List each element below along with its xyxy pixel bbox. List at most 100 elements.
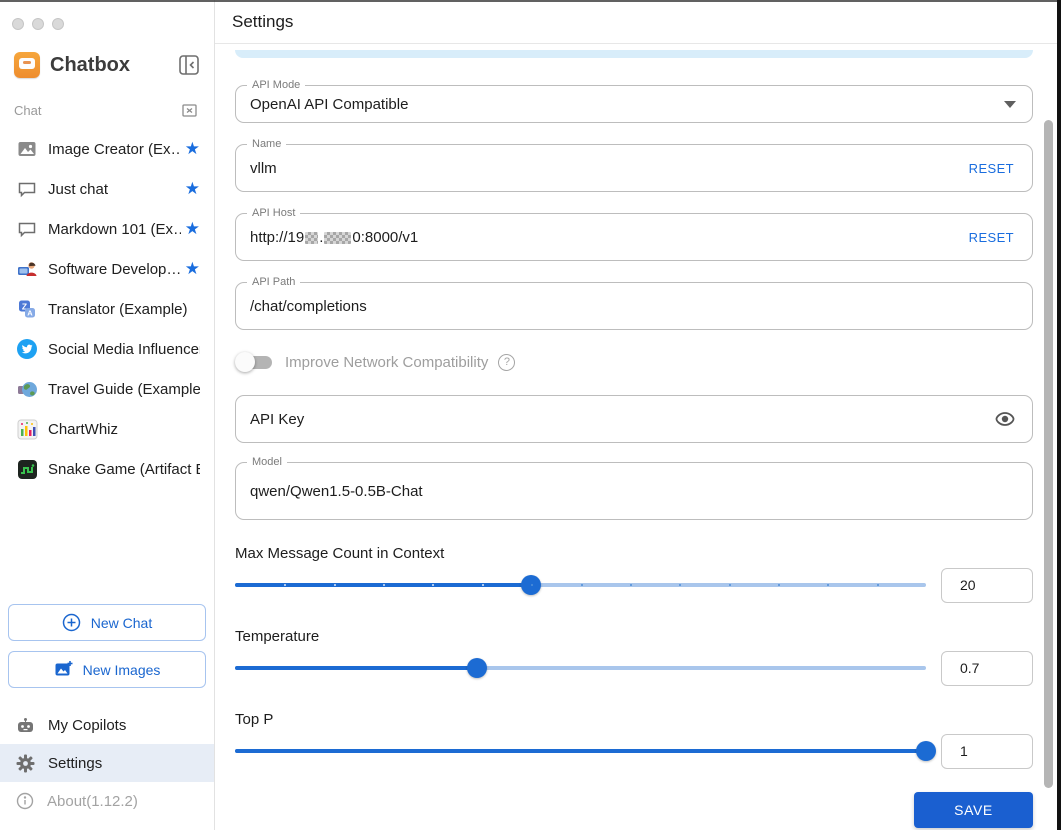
chat-section-header: Chat [0,78,214,125]
chat-item-markdown-101[interactable]: Markdown 101 (Ex… ★ [0,209,214,249]
api-host-reset-button[interactable]: RESET [969,230,1014,245]
api-path-field[interactable]: API Path /chat/completions [235,276,1033,330]
help-icon[interactable]: ? [498,353,516,371]
snake-game-icon [16,458,38,480]
nav-label: My Copilots [48,716,127,734]
nav-my-copilots[interactable]: My Copilots [0,706,214,744]
chat-item-label: ChartWhiz [48,420,119,438]
new-images-label: New Images [82,661,161,678]
top-p-slider[interactable] [235,733,936,769]
robot-icon [16,716,35,735]
chat-item-software-developer[interactable]: Software Develop… ★ [0,249,214,289]
model-value: qwen/Qwen1.5-0.5B-Chat [250,482,423,500]
image-plus-icon [54,660,73,679]
max-message-count-slider[interactable] [235,567,926,603]
window-close-button[interactable] [12,18,24,30]
settings-form: API Mode OpenAI API Compatible Name vllm… [215,50,1061,828]
nav-settings[interactable]: Settings [0,744,214,782]
api-mode-label: API Mode [247,79,306,92]
chat-item-social-media-influencer[interactable]: Social Media Influencer … [0,329,214,369]
network-compatibility-label: Improve Network Compatibility [285,353,489,371]
new-images-button[interactable]: New Images [8,651,206,688]
slider-thumb[interactable] [916,741,936,761]
chat-item-image-creator[interactable]: Image Creator (Ex… ★ [0,129,214,169]
chatbox-logo-icon [14,52,40,78]
brand-row: Chatbox [0,30,214,78]
chat-item-label: Markdown 101 (Ex… [48,220,181,238]
slider-thumb[interactable] [466,658,487,678]
name-reset-button[interactable]: RESET [969,161,1014,176]
app-title: Chatbox [50,53,130,76]
clear-chats-icon[interactable] [181,102,198,119]
api-key-placeholder: API Key [250,410,305,428]
temperature-slider[interactable] [235,650,926,686]
chat-item-label: Social Media Influencer … [48,340,200,358]
top-p-row: 1 [235,733,1033,769]
new-chat-button[interactable]: New Chat [8,604,206,641]
screenshot-right-edge [1057,0,1061,830]
max-message-count-input[interactable]: 20 [941,567,1033,603]
chat-bubble-icon [16,218,38,240]
star-icon[interactable]: ★ [185,179,200,199]
page-title: Settings [232,11,294,31]
chart-icon [16,418,38,440]
main-header: Settings [215,0,1061,44]
nav-label: Settings [48,754,103,772]
api-host-value: http://19. 0:8000/v1 [250,228,419,246]
screenshot-top-edge [0,0,1061,2]
nav-about[interactable]: About(1.12.2) [0,782,214,820]
api-host-field[interactable]: API Host http://19. 0:8000/v1 RESET [235,207,1033,261]
chat-item-label: Software Develop… [48,260,181,278]
main-panel: Settings API Mode OpenAI API Compatible … [215,0,1061,830]
top-p-label: Top P [235,711,274,728]
api-host-label: API Host [247,207,301,220]
scrollbar-thumb[interactable] [1044,120,1053,788]
save-button[interactable]: SAVE [914,792,1033,828]
translator-icon: ZA [16,298,38,320]
chat-item-translator[interactable]: ZA Translator (Example) [0,289,214,329]
chat-list: Image Creator (Ex… ★ Just chat ★ Markdow… [0,125,214,489]
window-minimize-button[interactable] [32,18,44,30]
name-label: Name [247,138,287,151]
chat-item-chartwhiz[interactable]: ChartWhiz [0,409,214,449]
network-compatibility-toggle[interactable] [235,350,275,374]
model-label: Model [247,456,287,469]
new-chat-label: New Chat [90,614,153,631]
model-field[interactable]: Model qwen/Qwen1.5-0.5B-Chat [235,456,1033,520]
max-message-count-label: Max Message Count in Context [235,545,445,562]
chat-item-label: Travel Guide (Example) [48,380,200,398]
api-path-label: API Path [247,276,301,289]
network-compatibility-row: Improve Network Compatibility ? [235,350,1033,374]
chat-item-snake-game[interactable]: Snake Game (Artifact E… [0,449,214,489]
temperature-row: 0.7 [235,650,1033,686]
nav-label: About(1.12.2) [47,792,138,810]
window-zoom-button[interactable] [52,18,64,30]
chevron-down-icon [1004,100,1016,108]
chat-item-travel-guide[interactable]: Travel Guide (Example) [0,369,214,409]
chat-item-just-chat[interactable]: Just chat ★ [0,169,214,209]
chat-item-label: Just chat [48,180,109,198]
chat-bubble-icon [16,178,38,200]
api-mode-value: OpenAI API Compatible [250,95,409,113]
developer-icon [16,258,38,280]
name-field[interactable]: Name vllm RESET [235,138,1033,192]
star-icon[interactable]: ★ [185,259,200,279]
max-message-count-row: 20 [235,567,1033,603]
api-path-value: /chat/completions [250,297,367,315]
collapse-sidebar-icon[interactable] [178,54,200,76]
api-key-field[interactable]: API Key [235,395,1033,443]
star-icon[interactable]: ★ [185,139,200,159]
globe-icon [16,378,38,400]
top-p-input[interactable]: 1 [941,733,1033,769]
info-banner-edge [235,50,1033,58]
star-icon[interactable]: ★ [185,219,200,239]
temperature-input[interactable]: 0.7 [941,650,1033,686]
eye-icon[interactable] [994,408,1016,430]
redacted-text [324,231,352,244]
window-controls [0,0,214,30]
name-value: vllm [250,159,277,177]
chat-section-label: Chat [14,103,42,118]
gear-icon [16,754,35,773]
info-icon [16,792,34,810]
api-mode-select[interactable]: API Mode OpenAI API Compatible [235,79,1033,123]
